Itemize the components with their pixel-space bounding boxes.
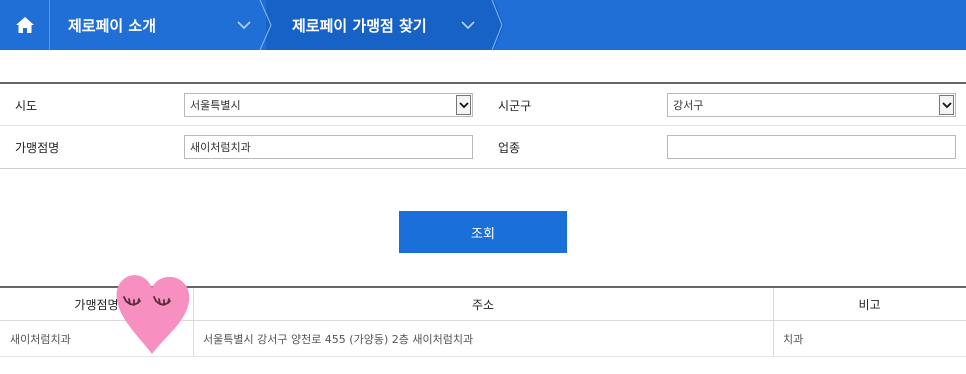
top-nav-bar: 제로페이 소개 제로페이 가맹점 찾기 — [0, 0, 966, 50]
cell-note: 치과 — [783, 332, 804, 346]
sido-select[interactable]: 서울특별시 — [184, 93, 473, 117]
column-divider — [773, 288, 774, 357]
heart-sticker-icon — [116, 275, 190, 354]
breadcrumb-label: 제로페이 소개 — [68, 16, 157, 35]
column-divider — [193, 288, 194, 357]
sido-select-value: 서울특별시 — [190, 99, 241, 112]
search-form: 시도 서울특별시 시군구 강서구 가맹점명 새이처럼치과 업종 — [0, 82, 966, 169]
category-label: 업종 — [498, 140, 521, 155]
cell-address: 서울특별시 강서구 양천로 455 (가양동) 2층 새이처럼치과 — [203, 332, 474, 346]
search-button[interactable]: 조회 — [399, 211, 567, 253]
sigungu-label: 시군구 — [498, 98, 532, 113]
breadcrumb-zeropay-intro[interactable]: 제로페이 소개 — [50, 0, 266, 50]
category-input[interactable] — [667, 135, 956, 159]
breadcrumb-separator-icon — [488, 0, 504, 50]
store-name-input[interactable]: 새이처럼치과 — [184, 135, 473, 159]
form-row: 가맹점명 새이처럼치과 업종 — [0, 126, 966, 169]
sido-label: 시도 — [15, 98, 38, 113]
form-row: 시도 서울특별시 시군구 강서구 — [0, 84, 966, 126]
column-header-note: 비고 — [858, 297, 881, 312]
home-icon — [15, 17, 34, 33]
chevron-down-icon[interactable] — [236, 17, 252, 33]
chevron-down-icon — [939, 95, 954, 115]
chevron-down-icon — [456, 95, 471, 115]
home-button[interactable] — [0, 0, 50, 50]
sigungu-select[interactable]: 강서구 — [667, 93, 956, 117]
column-header-address: 주소 — [471, 297, 495, 312]
chevron-down-icon[interactable] — [460, 17, 476, 33]
breadcrumb-separator-icon — [259, 0, 272, 50]
store-name-label: 가맹점명 — [15, 140, 60, 155]
sigungu-select-value: 강서구 — [673, 99, 704, 112]
breadcrumb-label: 제로페이 가맹점 찾기 — [292, 16, 427, 35]
